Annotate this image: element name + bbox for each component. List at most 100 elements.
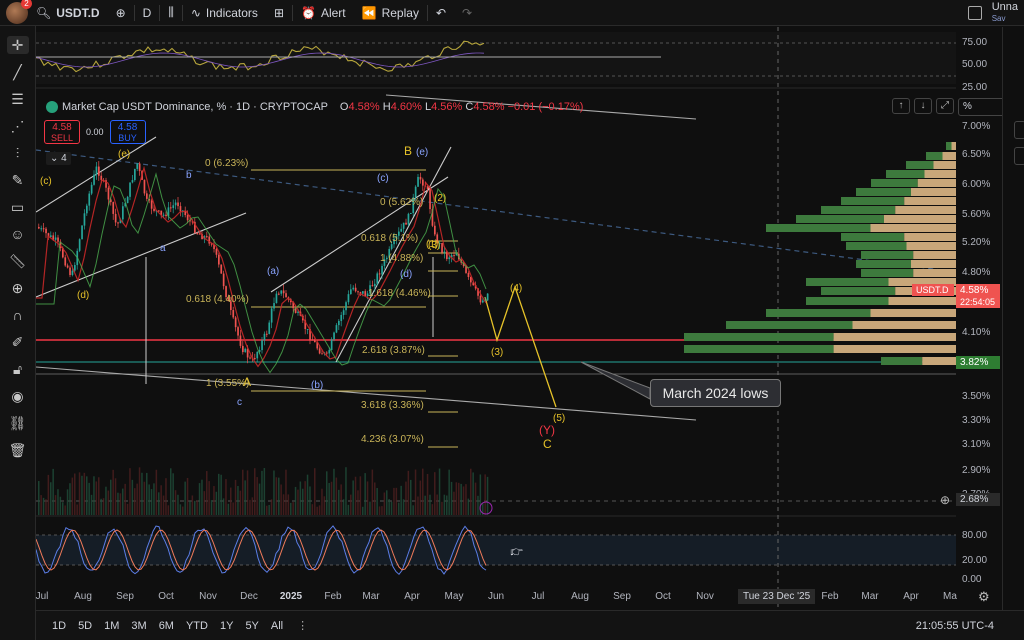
range-6m[interactable]: 6M bbox=[153, 620, 180, 632]
eye-icon[interactable]: ◉ bbox=[7, 387, 29, 405]
settings-gear-icon[interactable]: ⚙ bbox=[978, 589, 990, 605]
volume-bar bbox=[76, 504, 78, 515]
layouts-button[interactable]: ⊞ bbox=[266, 0, 292, 26]
volume-bar bbox=[38, 481, 40, 515]
volume-bar bbox=[458, 482, 460, 515]
ruler-icon[interactable]: 📏︎ bbox=[7, 252, 29, 270]
move-down-icon[interactable]: ↓ bbox=[914, 98, 932, 114]
volume-bar bbox=[335, 477, 338, 515]
layout-name[interactable]: Unna Sav bbox=[992, 1, 1018, 24]
march-2024-lows-callout[interactable]: March 2024 lows bbox=[650, 379, 781, 407]
replay-button[interactable]: ⏪ Replay bbox=[354, 0, 427, 26]
volume-bar bbox=[266, 505, 268, 515]
pane-controls: ↑ ↓ ⤢ bbox=[892, 98, 954, 114]
undo-button[interactable]: ↶ bbox=[428, 0, 454, 26]
volume-profile-row bbox=[886, 170, 956, 178]
emoji-icon[interactable]: ☺ bbox=[7, 225, 29, 243]
volume-bar bbox=[340, 484, 342, 515]
candle bbox=[249, 355, 251, 360]
volume-bar bbox=[484, 474, 486, 515]
volume-bar bbox=[182, 506, 184, 515]
pattern-icon[interactable]: ⋰ bbox=[7, 117, 29, 135]
compare-button[interactable]: ⊕ bbox=[108, 0, 134, 26]
volume-profile-row bbox=[766, 309, 956, 317]
trend-line-icon[interactable]: ╱ bbox=[7, 63, 29, 81]
sell-button[interactable]: 4.58 SELL bbox=[44, 120, 80, 144]
candle bbox=[69, 265, 71, 278]
candle bbox=[278, 291, 280, 296]
legend-title[interactable]: Market Cap USDT Dominance, % · 1D · CRYP… bbox=[62, 101, 328, 113]
event-marker[interactable] bbox=[479, 501, 493, 515]
range-5d[interactable]: 5D bbox=[72, 620, 98, 632]
price-axis-label: 5.20% bbox=[962, 237, 991, 248]
interval-label: D bbox=[142, 5, 152, 20]
maximize-icon[interactable]: ⤢ bbox=[936, 98, 954, 114]
candle bbox=[112, 201, 115, 220]
zoom-in-icon[interactable]: ⊕ bbox=[7, 279, 29, 297]
layout-checkbox[interactable] bbox=[967, 5, 982, 20]
time-axis-label: Feb bbox=[324, 591, 342, 602]
volume-bar bbox=[398, 502, 400, 515]
candle bbox=[143, 179, 146, 196]
volume-bar bbox=[222, 498, 225, 515]
range-1d[interactable]: 1D bbox=[46, 620, 72, 632]
volume-bar bbox=[249, 499, 251, 515]
candle bbox=[244, 347, 247, 353]
brush-icon[interactable]: ✎ bbox=[7, 171, 29, 189]
crosshair-icon[interactable]: ✛ bbox=[6, 36, 29, 54]
lock-drawing-icon[interactable]: ✐ bbox=[7, 333, 29, 351]
add-alert-icon[interactable]: ⊕ bbox=[940, 493, 950, 507]
fib-label-f1_left: 1 (3.55%) bbox=[206, 378, 250, 389]
range-calendar-icon[interactable]: ⋮ bbox=[289, 619, 316, 632]
alert-button[interactable]: ⏰ Alert bbox=[293, 0, 354, 26]
volume-bar bbox=[268, 504, 270, 515]
interval-button[interactable]: D bbox=[135, 0, 160, 26]
volume-bar bbox=[138, 467, 141, 515]
move-up-icon[interactable]: ↑ bbox=[892, 98, 910, 114]
volume-bar bbox=[71, 477, 74, 515]
volume-bar bbox=[40, 495, 42, 515]
panel-toggle-icon-2[interactable] bbox=[1014, 147, 1024, 165]
fib-retracement-icon[interactable]: ☰ bbox=[7, 90, 29, 108]
time-axis-label: Apr bbox=[404, 591, 420, 602]
candle bbox=[50, 231, 52, 238]
range-1y[interactable]: 1Y bbox=[214, 620, 239, 632]
chart-type-button[interactable]: ⫼ bbox=[160, 0, 182, 26]
price-axis[interactable]: 75.00 50.00 25.00 7.00% 6.50% 6.00% 5.60% 5.20%… bbox=[912, 27, 1002, 607]
volume-bar bbox=[98, 477, 100, 515]
candle bbox=[54, 231, 57, 246]
volume-bar bbox=[134, 488, 136, 515]
range-all[interactable]: All bbox=[265, 620, 289, 632]
chart-canvas[interactable] bbox=[36, 27, 956, 607]
volume-bar bbox=[383, 492, 386, 515]
link-icon[interactable]: ⛓ bbox=[7, 414, 29, 432]
candle bbox=[357, 290, 359, 295]
candle bbox=[453, 250, 455, 260]
magnet-icon[interactable]: ∩ bbox=[7, 306, 29, 324]
volume-profile-row bbox=[856, 260, 956, 268]
candle bbox=[57, 234, 59, 248]
redo-button[interactable]: ↷ bbox=[454, 0, 480, 26]
volume-bar bbox=[198, 483, 201, 515]
trash-icon[interactable]: 🗑︎ bbox=[7, 441, 29, 459]
bottom-toolbar: 1D 5D 1M 3M 6M YTD 1Y 5Y All ⋮ 21:05:55 UTC-4 bbox=[36, 610, 1024, 640]
lock-icon[interactable]: 🔓︎ bbox=[7, 360, 29, 378]
indicator-collapse-button[interactable]: ⌄ 4 bbox=[46, 152, 71, 165]
volume-bar bbox=[371, 469, 374, 515]
indicators-button[interactable]: ∿ Indicators bbox=[183, 0, 266, 26]
range-ytd[interactable]: YTD bbox=[180, 620, 214, 632]
text-icon[interactable]: ▭ bbox=[7, 198, 29, 216]
range-1m[interactable]: 1M bbox=[98, 620, 125, 632]
user-avatar[interactable]: 2 bbox=[6, 0, 32, 24]
volume-profile-row bbox=[926, 152, 956, 160]
volume-bar bbox=[321, 488, 323, 515]
buy-button[interactable]: 4.58 BUY bbox=[109, 120, 146, 144]
range-5y[interactable]: 5Y bbox=[239, 620, 264, 632]
time-axis-label: Apr bbox=[903, 591, 919, 602]
symbol-search[interactable]: 🔍︎ USDT.D bbox=[28, 0, 108, 26]
chart-area[interactable] bbox=[36, 27, 956, 607]
notification-badge: 2 bbox=[21, 0, 32, 9]
range-3m[interactable]: 3M bbox=[125, 620, 152, 632]
panel-toggle-icon[interactable] bbox=[1014, 121, 1024, 139]
forecast-icon[interactable]: ⫶ bbox=[7, 144, 29, 162]
